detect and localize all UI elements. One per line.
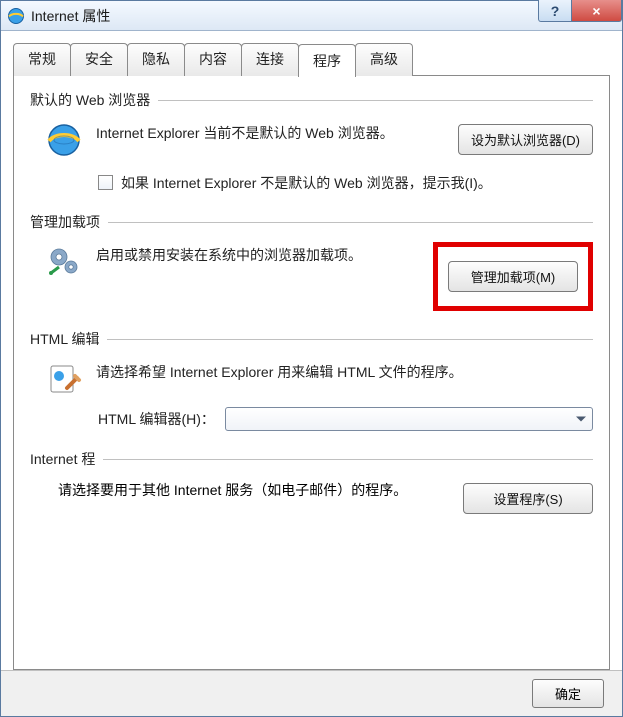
tab-panel-programs: 默认的 Web 浏览器 Internet Explorer 当前不是默认的 We… xyxy=(13,75,610,670)
client-area: 常规 安全 隐私 内容 连接 程序 高级 默认的 Web 浏览器 xyxy=(1,31,622,670)
group-title: Internet 程 xyxy=(30,449,95,469)
tab-privacy[interactable]: 隐私 xyxy=(127,43,185,76)
group-body: Internet Explorer 当前不是默认的 Web 浏览器。 设为默认浏… xyxy=(30,120,593,160)
group-divider xyxy=(108,222,593,223)
tab-connections[interactable]: 连接 xyxy=(241,43,299,76)
default-browser-prompt-row: 如果 Internet Explorer 不是默认的 Web 浏览器，提示我(I… xyxy=(30,172,593,194)
html-edit-icon xyxy=(44,359,84,399)
html-editor-combobox[interactable] xyxy=(225,407,593,431)
gears-icon xyxy=(44,242,84,282)
group-html-editing: HTML 编辑 请选择希望 Internet Explorer 用来编辑 HTM… xyxy=(30,329,593,431)
group-divider xyxy=(107,339,593,340)
tab-programs[interactable]: 程序 xyxy=(298,44,356,77)
group-header: HTML 编辑 xyxy=(30,329,593,349)
group-header: Internet 程 xyxy=(30,449,593,469)
group-title: 默认的 Web 浏览器 xyxy=(30,90,150,110)
default-browser-text: Internet Explorer 当前不是默认的 Web 浏览器。 xyxy=(96,120,446,144)
tab-content[interactable]: 内容 xyxy=(184,43,242,76)
group-header: 管理加载项 xyxy=(30,212,593,232)
window-title: Internet 属性 xyxy=(31,6,110,26)
group-body: 启用或禁用安装在系统中的浏览器加载项。 管理加载项(M) xyxy=(30,242,593,311)
html-edit-text: 请选择希望 Internet Explorer 用来编辑 HTML 文件的程序。 xyxy=(96,359,593,383)
group-header: 默认的 Web 浏览器 xyxy=(30,90,593,110)
group-internet-programs: Internet 程 请选择要用于其他 Internet 服务（如电子邮件）的程… xyxy=(30,449,593,514)
html-editor-row: HTML 编辑器(H)： xyxy=(30,407,593,431)
prompt-checkbox[interactable] xyxy=(98,175,113,190)
prompt-checkbox-label: 如果 Internet Explorer 不是默认的 Web 浏览器，提示我(I… xyxy=(121,172,492,194)
ie-icon xyxy=(7,7,25,25)
dialog-window: Internet 属性 ? × 常规 安全 隐私 内容 连接 程序 高级 默认的… xyxy=(0,0,623,717)
close-button[interactable]: × xyxy=(572,0,622,22)
group-title: 管理加载项 xyxy=(30,212,100,232)
window-controls: ? × xyxy=(538,0,622,22)
group-divider xyxy=(103,459,593,460)
titlebar: Internet 属性 ? × xyxy=(1,1,622,31)
group-body: 请选择要用于其他 Internet 服务（如电子邮件）的程序。 设置程序(S) xyxy=(30,479,593,514)
internet-programs-text: 请选择要用于其他 Internet 服务（如电子邮件）的程序。 xyxy=(58,479,445,503)
html-editor-label: HTML 编辑器(H)： xyxy=(98,409,215,429)
group-manage-addons: 管理加载项 xyxy=(30,212,593,311)
set-default-browser-button[interactable]: 设为默认浏览器(D) xyxy=(458,124,593,155)
tabstrip: 常规 安全 隐私 内容 连接 程序 高级 xyxy=(13,43,610,76)
ie-logo-icon xyxy=(44,120,84,160)
manage-addons-button[interactable]: 管理加载项(M) xyxy=(448,261,578,292)
tab-general[interactable]: 常规 xyxy=(13,43,71,76)
group-body: 请选择希望 Internet Explorer 用来编辑 HTML 文件的程序。 xyxy=(30,359,593,399)
set-programs-button[interactable]: 设置程序(S) xyxy=(463,483,593,514)
tab-advanced[interactable]: 高级 xyxy=(355,43,413,76)
addons-text: 启用或禁用安装在系统中的浏览器加载项。 xyxy=(96,242,421,266)
highlight-annotation: 管理加载项(M) xyxy=(433,242,593,311)
ok-button[interactable]: 确定 xyxy=(532,679,604,708)
group-title: HTML 编辑 xyxy=(30,329,99,349)
dialog-button-bar: 确定 xyxy=(1,670,622,716)
help-button[interactable]: ? xyxy=(538,0,572,22)
group-divider xyxy=(158,100,593,101)
tab-security[interactable]: 安全 xyxy=(70,43,128,76)
group-default-browser: 默认的 Web 浏览器 Internet Explorer 当前不是默认的 We… xyxy=(30,90,593,194)
